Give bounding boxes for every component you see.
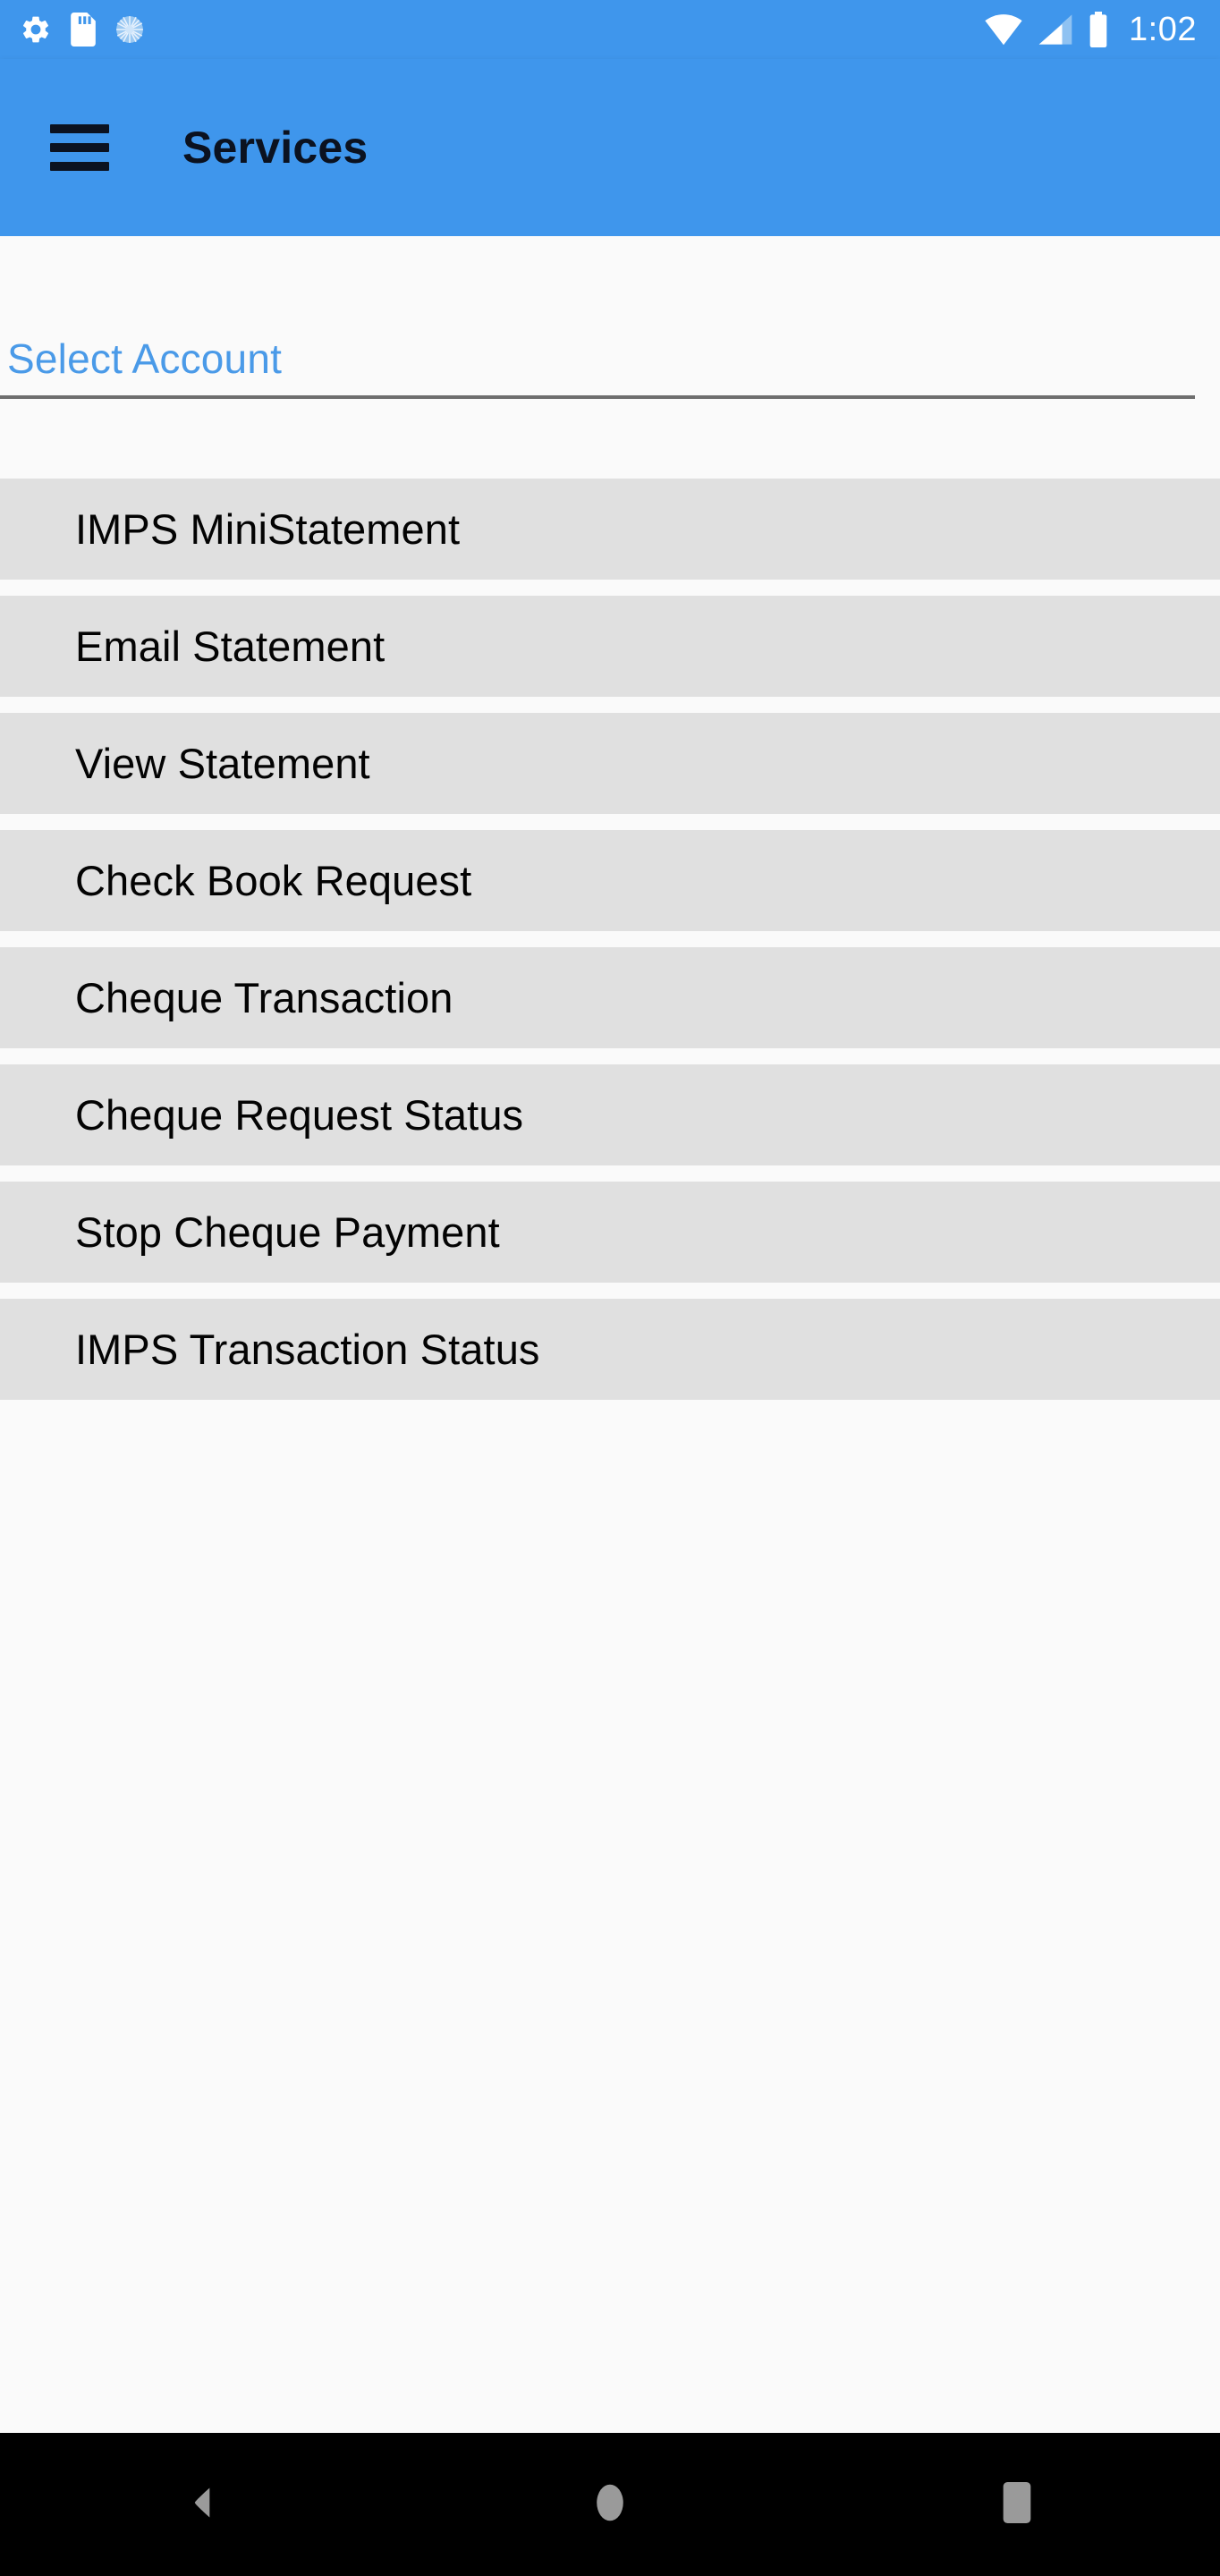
cellular-signal-icon xyxy=(1038,13,1073,47)
list-item-label: Cheque Transaction xyxy=(75,974,453,1021)
battery-icon xyxy=(1088,12,1109,47)
account-selector-underline xyxy=(0,395,1195,399)
recents-square-icon xyxy=(1001,2481,1033,2528)
page-title: Services xyxy=(182,123,369,173)
app-screen: 1:02 Services Select Account IMPS MiniSt… xyxy=(0,0,1220,2576)
list-item[interactable]: IMPS Transaction Status xyxy=(0,1299,1220,1400)
list-item-label: Email Statement xyxy=(75,623,385,670)
sync-circle-icon xyxy=(114,14,145,45)
status-bar: 1:02 xyxy=(0,0,1220,59)
home-circle-icon xyxy=(590,2481,630,2529)
nav-home-button[interactable] xyxy=(538,2433,682,2576)
list-item[interactable]: IMPS MiniStatement xyxy=(0,479,1220,580)
list-item-label: IMPS MiniStatement xyxy=(75,505,461,553)
list-item[interactable]: Email Statement xyxy=(0,596,1220,697)
list-item[interactable]: Cheque Request Status xyxy=(0,1064,1220,1165)
wifi-icon xyxy=(984,13,1023,47)
nav-recents-button[interactable] xyxy=(945,2433,1089,2576)
account-selector[interactable]: Select Account xyxy=(0,335,1220,399)
list-item-label: IMPS Transaction Status xyxy=(75,1326,540,1373)
hamburger-bar-2 xyxy=(50,143,109,152)
hamburger-menu-icon[interactable] xyxy=(50,124,109,171)
list-item[interactable]: Cheque Transaction xyxy=(0,947,1220,1048)
system-navigation-bar xyxy=(0,2433,1220,2576)
status-bar-left-icons xyxy=(20,13,145,47)
services-list: IMPS MiniStatement Email Statement View St… xyxy=(0,479,1220,1416)
status-bar-right-icons: 1:02 xyxy=(984,12,1197,47)
settings-gear-icon xyxy=(20,13,52,46)
list-item-label: Check Book Request xyxy=(75,857,472,904)
hamburger-bar-1 xyxy=(50,124,109,133)
list-item[interactable]: Stop Cheque Payment xyxy=(0,1182,1220,1283)
list-item-label: Stop Cheque Payment xyxy=(75,1208,500,1256)
content-area: Select Account IMPS MiniStatement Email S… xyxy=(0,236,1220,2433)
list-item[interactable]: Check Book Request xyxy=(0,830,1220,931)
nav-back-button[interactable] xyxy=(131,2433,275,2576)
sd-card-icon xyxy=(70,13,97,47)
list-item[interactable]: View Statement xyxy=(0,713,1220,814)
status-bar-clock: 1:02 xyxy=(1129,11,1197,48)
back-triangle-icon xyxy=(183,2483,223,2527)
list-item-label: Cheque Request Status xyxy=(75,1091,524,1139)
app-toolbar: Services xyxy=(0,59,1220,236)
account-selector-label: Select Account xyxy=(7,335,283,382)
list-item-label: View Statement xyxy=(75,740,370,787)
hamburger-bar-3 xyxy=(50,162,109,171)
